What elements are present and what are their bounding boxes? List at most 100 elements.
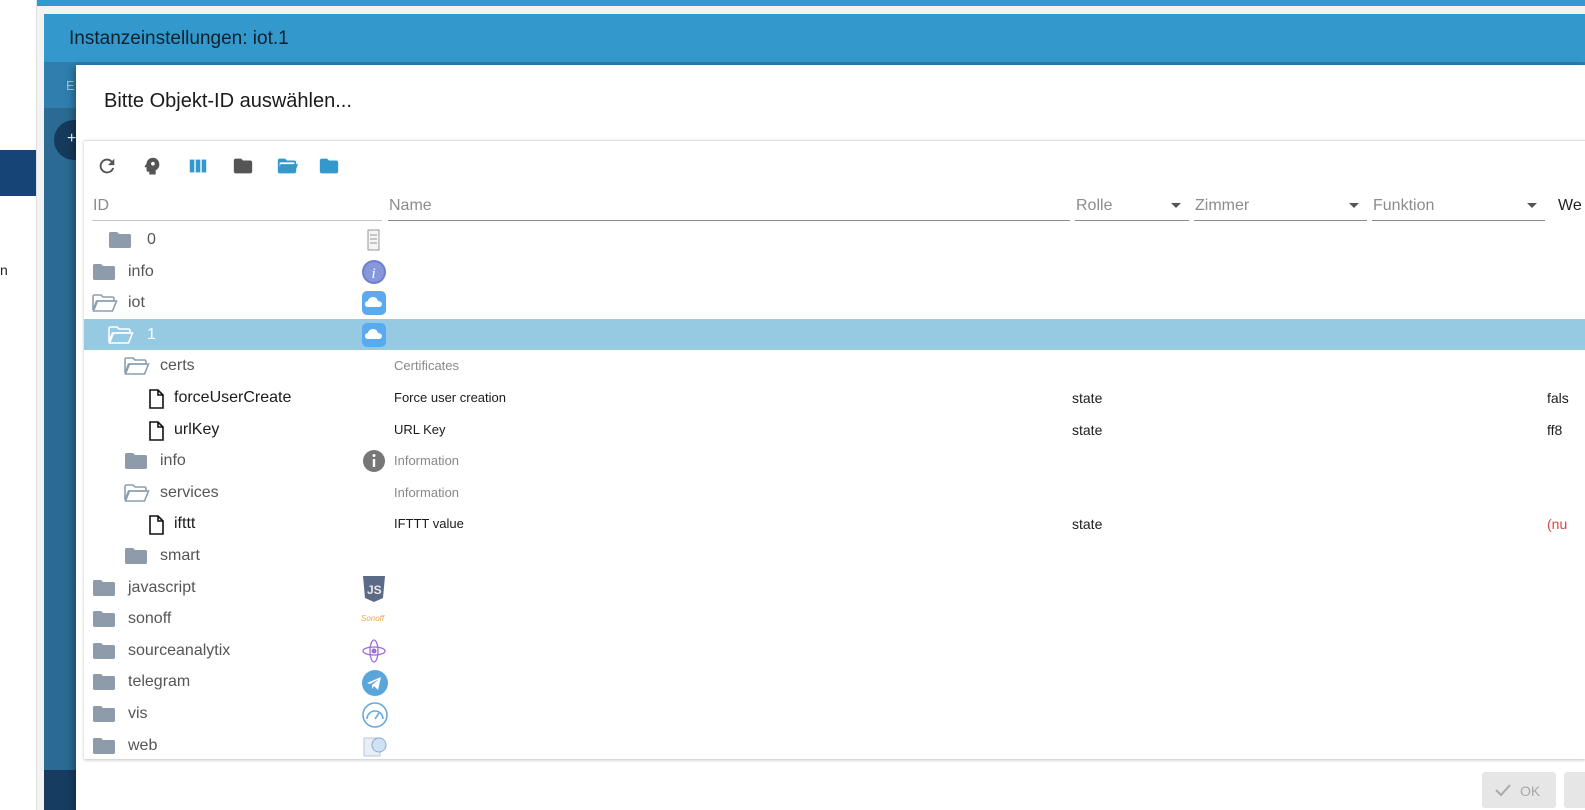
chevron-down-icon bbox=[1527, 203, 1537, 208]
folder-icon[interactable] bbox=[92, 642, 116, 665]
tree-row-name: URL Key bbox=[394, 421, 446, 437]
columns-button[interactable] bbox=[185, 153, 213, 179]
expert-mode-icon bbox=[144, 157, 160, 175]
folder-icon bbox=[233, 158, 253, 174]
add-icon: + bbox=[67, 130, 77, 147]
file-icon[interactable] bbox=[148, 420, 164, 446]
collapse-all-button[interactable] bbox=[230, 153, 258, 179]
tree-row[interactable]: vis bbox=[84, 698, 1585, 730]
tree-row-id: 0 bbox=[147, 231, 156, 248]
folder-icon[interactable] bbox=[92, 673, 116, 696]
instance-tab[interactable]: E bbox=[66, 78, 75, 93]
refresh-button[interactable] bbox=[94, 153, 122, 179]
chevron-down-icon bbox=[1171, 203, 1181, 208]
tree-row-name: Certificates bbox=[394, 358, 460, 374]
name-filter-input[interactable]: Name bbox=[388, 191, 1070, 221]
tree-row-id: sonoff bbox=[128, 610, 172, 628]
tree-row-role: state bbox=[1072, 390, 1103, 406]
refresh-icon bbox=[99, 158, 115, 174]
tree-row[interactable]: iot bbox=[84, 287, 1585, 319]
tree-row[interactable]: smart bbox=[84, 540, 1585, 572]
tree-row[interactable]: web bbox=[84, 730, 1585, 759]
folder-open-icon[interactable] bbox=[92, 294, 118, 317]
file-icon[interactable] bbox=[148, 515, 164, 540]
file-icon[interactable] bbox=[148, 389, 164, 414]
tree-row[interactable]: forceUserCreate Force user creation state f… bbox=[84, 382, 1585, 414]
svg-text:JS: JS bbox=[367, 583, 382, 597]
telegram-icon bbox=[361, 669, 388, 697]
expand-all-button[interactable] bbox=[274, 153, 302, 179]
tree-row-value: (nu bbox=[1547, 516, 1568, 533]
folder-icon[interactable] bbox=[92, 705, 116, 728]
tree-row-id: vis bbox=[128, 705, 148, 722]
tree-row-name: Information bbox=[394, 484, 460, 500]
tree-row[interactable]: telegram bbox=[84, 666, 1585, 698]
folder-open-icon[interactable] bbox=[124, 483, 150, 507]
tree-row[interactable]: sourceanalytix bbox=[84, 635, 1585, 667]
tree-row-id: ifttt bbox=[174, 515, 196, 533]
sidebar-active-item[interactable] bbox=[0, 150, 36, 196]
sidebar-label-fragment: n bbox=[0, 262, 8, 278]
cloud-icon bbox=[361, 322, 387, 348]
tree-row-id: iot bbox=[128, 294, 145, 312]
browser-toolbar bbox=[84, 141, 1585, 189]
tree-row[interactable]: sonoff Sonoff bbox=[84, 603, 1585, 635]
folder-blue-icon bbox=[319, 158, 339, 174]
folder-icon[interactable] bbox=[108, 231, 132, 254]
folder-icon[interactable] bbox=[124, 547, 148, 570]
tree-row[interactable]: 0 bbox=[84, 224, 1585, 256]
tree-row[interactable]: javascript JS bbox=[84, 572, 1585, 604]
select-id-dialog: Bitte Objekt-ID auswählen... ID Name Rol… bbox=[76, 65, 1585, 810]
vis-icon bbox=[361, 701, 388, 728]
column-filters: ID Name Rolle Zimmer Funktion We bbox=[84, 191, 1585, 221]
tree-row-value: ff8 bbox=[1547, 421, 1563, 438]
tree-row[interactable]: certs Certificates bbox=[84, 350, 1585, 382]
sourceanalytix-icon bbox=[361, 638, 387, 664]
tree-row-id: urlKey bbox=[174, 420, 220, 438]
role-filter-select[interactable]: Rolle bbox=[1075, 191, 1189, 221]
ok-button[interactable]: OK bbox=[1482, 772, 1556, 808]
tree-row-value: fals bbox=[1547, 390, 1569, 406]
instance-settings-title: Instanzeinstellungen: iot.1 bbox=[69, 28, 289, 49]
tree-row[interactable]: urlKey URL Key state ff8 bbox=[84, 414, 1585, 446]
svg-text:i: i bbox=[372, 266, 376, 282]
info-grey-icon bbox=[361, 448, 387, 474]
folder-icon[interactable] bbox=[92, 263, 116, 286]
folder-icon[interactable] bbox=[92, 610, 116, 633]
folder-icon[interactable] bbox=[124, 452, 148, 475]
value-column-header: We bbox=[1558, 197, 1582, 214]
expand-one-level-button[interactable] bbox=[316, 153, 344, 179]
info-icon: i bbox=[361, 259, 387, 285]
tree-row-id: web bbox=[128, 736, 158, 754]
folder-open-icon[interactable] bbox=[108, 325, 134, 349]
object-browser: ID Name Rolle Zimmer Funktion We 0 info i i… bbox=[84, 140, 1585, 759]
tree-row-id: javascript bbox=[128, 578, 196, 596]
folder-icon[interactable] bbox=[92, 737, 116, 759]
tree-row-name: Force user creation bbox=[394, 390, 506, 405]
chevron-down-icon bbox=[1349, 203, 1359, 208]
tree-row[interactable]: services Information bbox=[84, 477, 1585, 509]
id-filter-input[interactable]: ID bbox=[92, 191, 382, 221]
adapter-icon-0 bbox=[361, 227, 387, 253]
tree-row-id: sourceanalytix bbox=[128, 641, 231, 659]
tree-row[interactable]: info i bbox=[84, 256, 1585, 288]
app-sidebar: n bbox=[0, 0, 37, 810]
function-filter-select[interactable]: Funktion bbox=[1372, 191, 1545, 221]
tree-row-role: state bbox=[1072, 516, 1103, 533]
tree-row[interactable]: 1 bbox=[84, 318, 1585, 351]
expert-mode-button[interactable] bbox=[139, 153, 167, 179]
javascript-icon: JS bbox=[361, 575, 387, 602]
columns-icon bbox=[189, 159, 207, 173]
folder-open-icon[interactable] bbox=[124, 357, 150, 380]
tree-row-role: state bbox=[1072, 421, 1103, 438]
ok-button-label: OK bbox=[1520, 783, 1541, 799]
tree-row-id: 1 bbox=[147, 325, 156, 343]
tree-row-name: Information bbox=[394, 453, 460, 469]
cancel-button[interactable] bbox=[1564, 772, 1585, 808]
sonoff-icon: Sonoff bbox=[361, 614, 385, 624]
tree-row[interactable]: info Information bbox=[84, 445, 1585, 477]
tree-row-id: services bbox=[160, 483, 219, 501]
tree-row[interactable]: ifttt IFTTT value state (nu bbox=[84, 508, 1585, 540]
folder-icon[interactable] bbox=[92, 579, 116, 602]
room-filter-select[interactable]: Zimmer bbox=[1194, 191, 1367, 221]
